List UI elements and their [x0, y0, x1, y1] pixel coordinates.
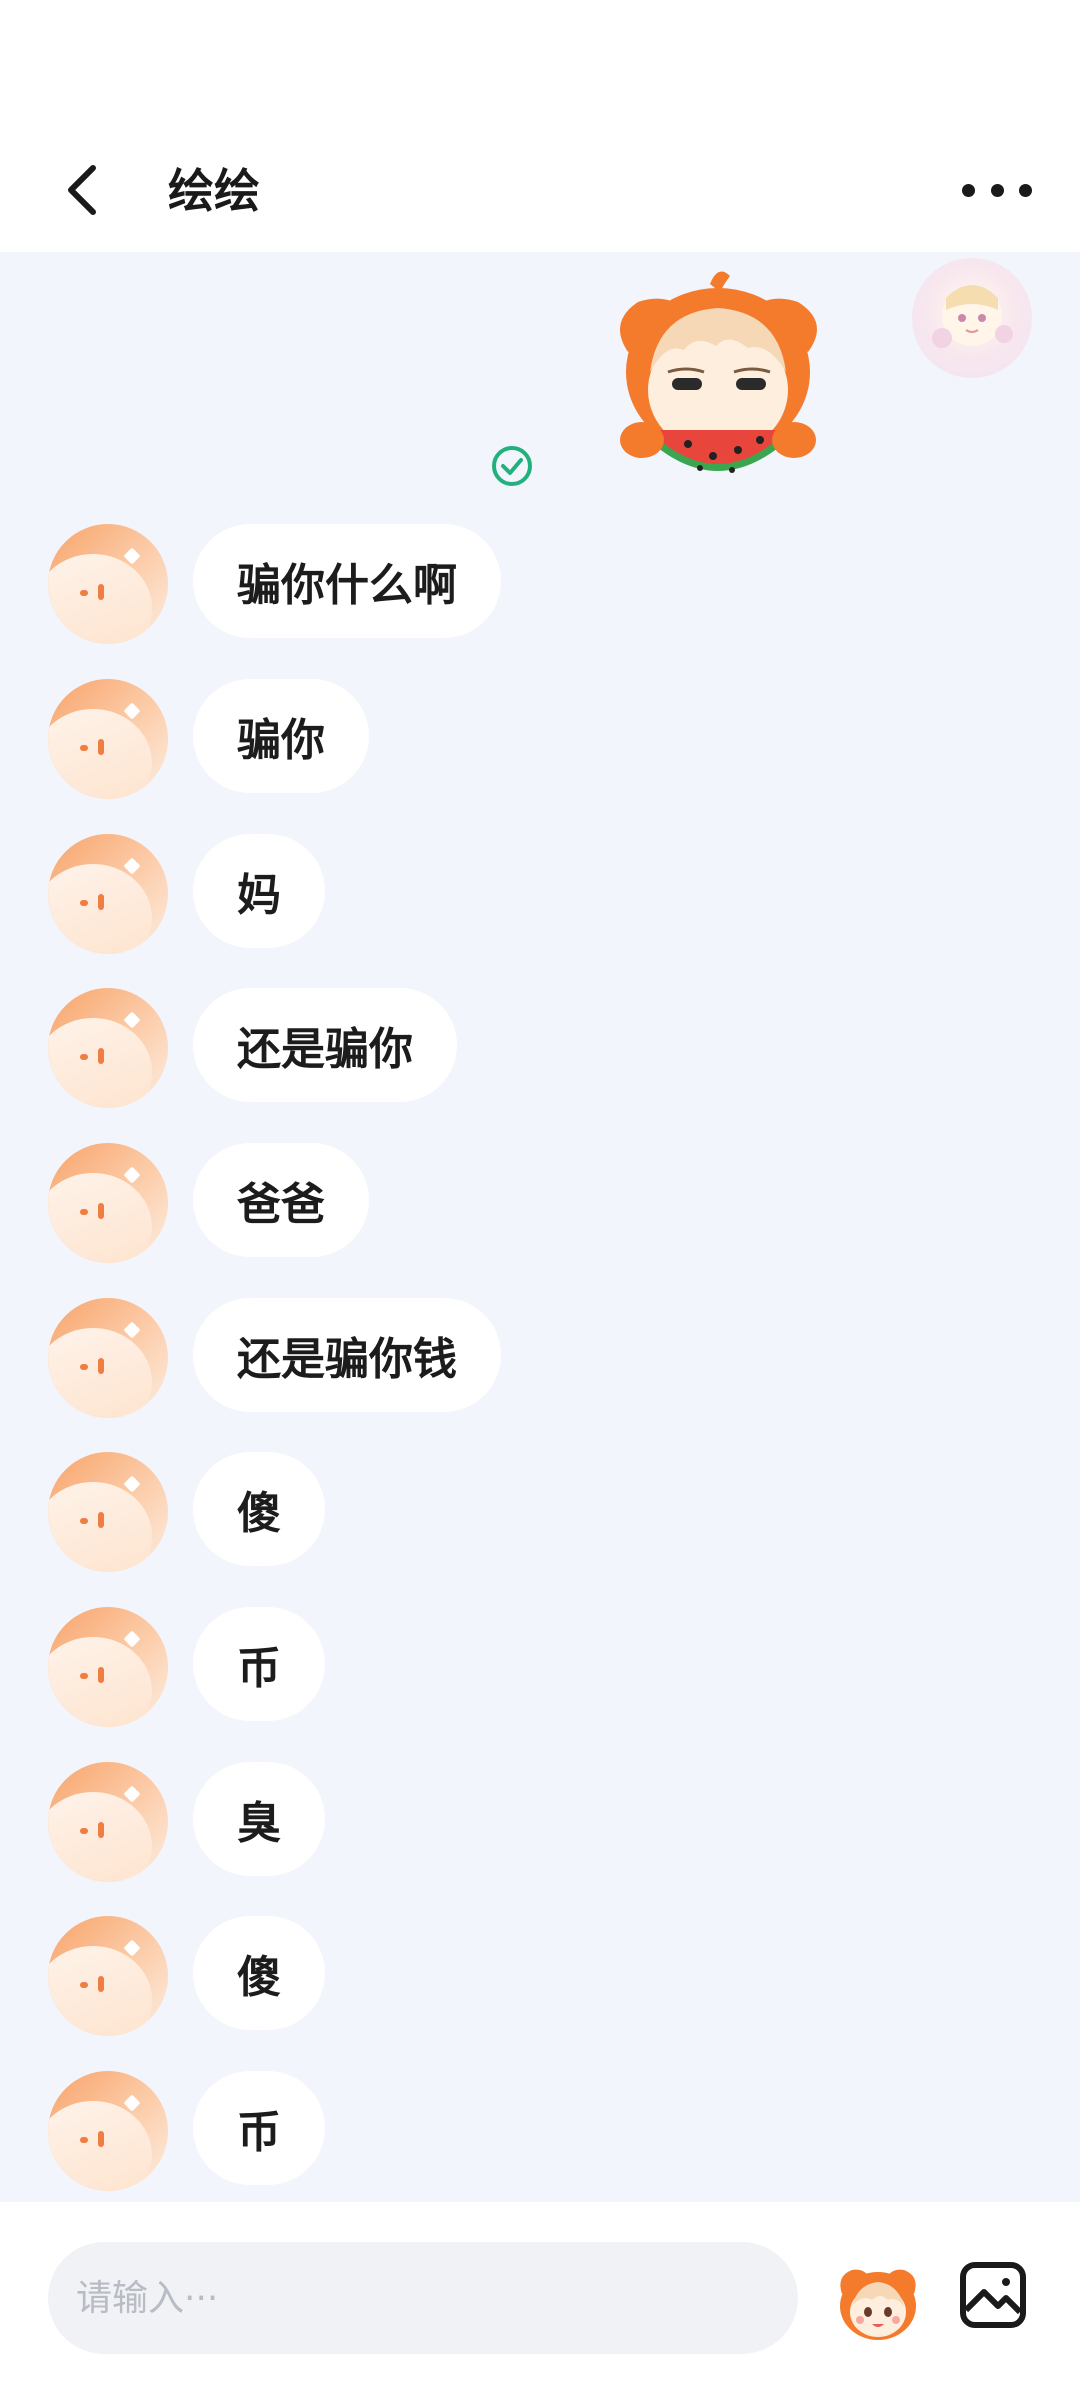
message-input[interactable] — [48, 2242, 798, 2354]
message-row: 币 — [48, 2071, 748, 2193]
message-row: 臭 — [48, 1762, 748, 1884]
message-row: 傻 — [48, 1916, 748, 2038]
message-row: 骗你什么啊 — [48, 524, 748, 646]
contact-avatar[interactable] — [48, 679, 168, 799]
message-row: 骗你 — [48, 679, 748, 801]
image-icon[interactable] — [958, 2260, 1028, 2330]
message-bubble[interactable]: 傻 — [193, 1452, 325, 1566]
chat-header: 绘绘 — [0, 130, 1080, 252]
message-bubble[interactable]: 币 — [193, 1607, 325, 1721]
message-bubble[interactable]: 骗你 — [193, 679, 369, 793]
message-bubble[interactable]: 爸爸 — [193, 1143, 369, 1257]
back-button[interactable] — [52, 152, 112, 228]
message-bubble[interactable]: 骗你什么啊 — [193, 524, 501, 638]
chat-title: 绘绘 — [168, 164, 260, 218]
contact-avatar[interactable] — [48, 1298, 168, 1418]
message-row: 还是骗你 — [48, 988, 748, 1110]
message-row: 币 — [48, 1607, 748, 1729]
message-row: 傻 — [48, 1452, 748, 1574]
message-bubble[interactable]: 臭 — [193, 1762, 325, 1876]
status-bar — [0, 0, 1080, 130]
contact-avatar[interactable] — [48, 834, 168, 954]
contact-avatar[interactable] — [48, 1143, 168, 1263]
contact-avatar[interactable] — [48, 524, 168, 644]
more-options-button[interactable] — [962, 160, 1032, 220]
message-bubble[interactable]: 妈 — [193, 834, 325, 948]
message-list[interactable]: 骗你什么啊 骗你 妈 还是骗你 爸爸 还是骗你钱 傻 币 臭 傻 币 — [0, 252, 1080, 2202]
message-bubble[interactable]: 还是骗你 — [193, 988, 457, 1102]
contact-avatar[interactable] — [48, 988, 168, 1108]
message-bubble[interactable]: 傻 — [193, 1916, 325, 2030]
watermelon-mascot-sticker[interactable] — [598, 262, 838, 492]
contact-avatar[interactable] — [48, 1762, 168, 1882]
message-row: 爸爸 — [48, 1143, 748, 1265]
my-avatar[interactable] — [912, 258, 1032, 378]
message-row: 妈 — [48, 834, 748, 956]
input-bar — [0, 2202, 1080, 2388]
contact-avatar[interactable] — [48, 1916, 168, 2036]
chevron-left-icon — [68, 165, 96, 215]
more-dots-icon — [962, 183, 975, 197]
contact-avatar[interactable] — [48, 2071, 168, 2191]
message-bubble[interactable]: 还是骗你钱 — [193, 1298, 501, 1412]
mascot-emoji-icon[interactable] — [832, 2254, 924, 2346]
message-row: 还是骗你钱 — [48, 1298, 748, 1420]
message-bubble[interactable]: 币 — [193, 2071, 325, 2185]
contact-avatar[interactable] — [48, 1607, 168, 1727]
check-circle-icon — [492, 446, 532, 486]
contact-avatar[interactable] — [48, 1452, 168, 1572]
